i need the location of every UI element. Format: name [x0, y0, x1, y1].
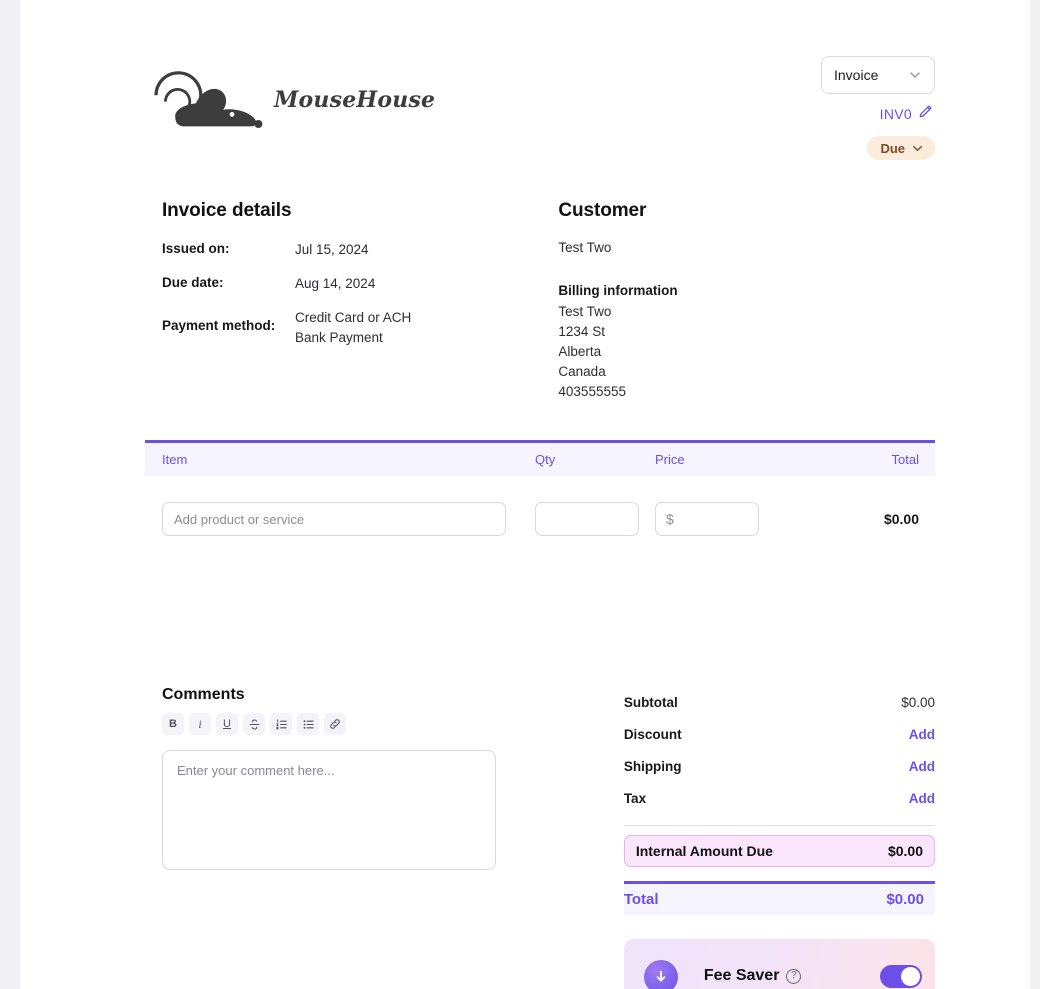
- bold-button[interactable]: B: [162, 713, 184, 735]
- mouse-logo-icon: [154, 71, 263, 128]
- due-date-label: Due date:: [162, 275, 224, 290]
- header-controls: Invoice INV0 Due: [821, 56, 935, 160]
- rich-text-toolbar: B i U: [162, 713, 526, 735]
- payment-method-line-2: Bank Payment: [295, 330, 383, 345]
- issued-on-value: Jul 15, 2024: [295, 242, 369, 257]
- add-tax-button[interactable]: Add: [909, 791, 935, 806]
- comments-section: Comments B i U: [162, 686, 526, 989]
- total-label: Total: [623, 891, 659, 908]
- strikethrough-button[interactable]: [243, 713, 265, 735]
- fee-saver-toggle[interactable]: [880, 964, 922, 988]
- link-icon: [330, 719, 340, 729]
- fee-saver-label: Fee Saver: [703, 967, 780, 984]
- add-shipping-button[interactable]: Add: [909, 759, 935, 774]
- qty-cell: [535, 502, 655, 536]
- italic-button[interactable]: i: [189, 713, 211, 735]
- due-date-value: Aug 14, 2024: [295, 276, 376, 291]
- shipping-label: Shipping: [623, 758, 682, 774]
- internal-amount-due-label: Internal Amount Due: [635, 843, 773, 859]
- add-discount-button[interactable]: Add: [909, 727, 935, 742]
- payment-method-value: Credit Card or ACH Bank Payment: [295, 308, 411, 348]
- line-item-cell: [145, 502, 535, 536]
- line-items-header: Item Qty Price Total: [145, 440, 935, 476]
- line-items-table: Item Qty Price Total $: [20, 440, 1030, 562]
- price-input[interactable]: [655, 502, 759, 536]
- payment-method-line-1: Credit Card or ACH: [295, 310, 412, 325]
- ordered-list-button[interactable]: [270, 713, 292, 735]
- document-type-label: Invoice: [834, 67, 879, 83]
- table-row: $ $0.00: [145, 476, 935, 562]
- pencil-icon[interactable]: [918, 104, 933, 124]
- customer-name: Test Two: [558, 240, 612, 255]
- tax-label: Tax: [623, 790, 647, 806]
- billing-line: Test Two: [558, 304, 612, 319]
- issued-on-label: Issued on:: [162, 241, 230, 256]
- ordered-list-icon: [275, 719, 287, 729]
- brand-block: MouseHouse: [140, 60, 435, 140]
- detail-row-payment-method: Payment method: Credit Card or ACH Bank …: [162, 308, 558, 348]
- status-label: Due: [880, 140, 905, 156]
- subtotal-label: Subtotal: [623, 694, 678, 710]
- billing-line: Alberta: [558, 344, 602, 359]
- line-total-value: $0.00: [883, 511, 919, 527]
- discount-label: Discount: [623, 726, 682, 742]
- invoice-details-title: Invoice details: [162, 200, 292, 221]
- customer-section: Customer Test Two Billing information Te…: [558, 200, 935, 402]
- strikethrough-icon: [249, 719, 259, 729]
- fee-saver-card: Fee Saver ?: [623, 939, 935, 989]
- comments-title: Comments: [162, 686, 245, 703]
- detail-row-due-date: Due date: Aug 14, 2024: [162, 274, 558, 294]
- internal-amount-due-value: $0.00: [887, 843, 923, 859]
- totals-row-shipping: Shipping Add: [624, 750, 935, 782]
- item-input[interactable]: [162, 502, 506, 536]
- total-value: $0.00: [886, 891, 924, 908]
- invoice-header: MouseHouse Invoice INV0 Due: [20, 0, 1030, 200]
- column-header-price: Price: [655, 452, 685, 467]
- chevron-down-icon: [908, 68, 922, 82]
- invoice-details-section: Invoice details Issued on: Jul 15, 2024 …: [162, 200, 558, 402]
- invoice-number-label: INV0: [879, 106, 912, 122]
- page-canvas: MouseHouse Invoice INV0 Due Invoice deta…: [0, 0, 1040, 989]
- totals-row-subtotal: Subtotal $0.00: [624, 686, 935, 718]
- billing-line: Canada: [558, 364, 606, 379]
- unordered-list-button[interactable]: [297, 713, 319, 735]
- status-badge[interactable]: Due: [867, 136, 935, 160]
- link-button[interactable]: [324, 713, 346, 735]
- billing-line: 1234 St: [558, 324, 605, 339]
- column-header-item: Item: [162, 452, 188, 467]
- billing-information-title: Billing information: [558, 283, 678, 298]
- price-cell: $: [655, 502, 790, 536]
- info-zone: Invoice details Issued on: Jul 15, 2024 …: [20, 200, 1030, 440]
- column-header-qty: Qty: [535, 452, 556, 467]
- bottom-zone: Comments B i U Enter your comment here..…: [20, 686, 1030, 989]
- comment-input[interactable]: [162, 750, 496, 870]
- document-type-select[interactable]: Invoice: [821, 56, 935, 94]
- totals-section: Subtotal $0.00 Discount Add Shipping Add…: [623, 686, 935, 989]
- toggle-knob: [901, 966, 920, 986]
- detail-row-issued-on: Issued on: Jul 15, 2024: [162, 240, 558, 260]
- customer-title: Customer: [558, 200, 647, 221]
- chevron-down-icon: [911, 142, 924, 155]
- internal-amount-due-row: Internal Amount Due $0.00: [623, 835, 935, 867]
- unordered-list-icon: [303, 719, 314, 729]
- totals-row-discount: Discount Add: [624, 718, 935, 750]
- fee-saver-badge-icon: [643, 960, 678, 989]
- underline-button[interactable]: U: [216, 713, 238, 735]
- totals-row-tax: Tax Add: [624, 782, 935, 814]
- column-header-total: Total: [891, 452, 919, 467]
- invoice-number-edit[interactable]: INV0: [880, 104, 933, 124]
- invoice-document-card: MouseHouse Invoice INV0 Due Invoice deta…: [20, 0, 1030, 989]
- totals-divider: [623, 825, 935, 826]
- qty-input[interactable]: [535, 502, 639, 536]
- brand-name: MouseHouse: [274, 87, 436, 113]
- payment-method-label: Payment method:: [162, 318, 276, 333]
- subtotal-value: $0.00: [901, 694, 935, 710]
- question-mark-icon[interactable]: ?: [786, 968, 802, 984]
- grand-total-row: Total $0.00: [623, 881, 935, 915]
- billing-line: 403555555: [558, 384, 626, 399]
